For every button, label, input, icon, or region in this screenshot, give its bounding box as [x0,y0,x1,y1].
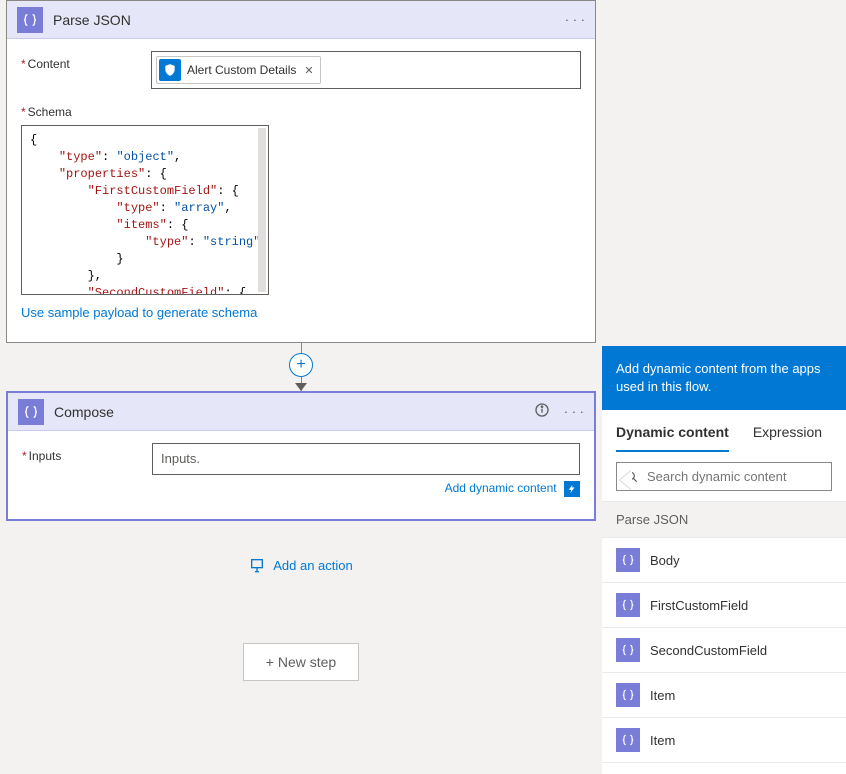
search-input[interactable] [647,469,823,484]
token-alert-custom-details[interactable]: Alert Custom Details ✕ [156,56,321,84]
parse-json-header[interactable]: Parse JSON · · · [7,1,595,39]
insert-step-button[interactable]: + [289,353,313,377]
dc-item-body[interactable]: Body [602,538,846,583]
schema-label: *Schema [21,99,72,119]
dc-item-item[interactable]: Item [602,718,846,763]
schema-textarea[interactable]: { "type": "object", "properties": { "Fir… [21,125,269,295]
dc-item-label: Item [650,688,675,703]
lightning-icon[interactable] [564,481,580,497]
dc-item-label: SecondCustomField [650,643,767,658]
add-action-row: Add an action [0,557,602,573]
compose-card: Compose · · · *Inputs Inputs. Add dynami… [6,391,596,521]
dc-item-secondcustomfield[interactable]: SecondCustomField [602,628,846,673]
arrow-down-icon [295,383,307,391]
add-dynamic-content-link[interactable]: Add dynamic content [445,481,557,495]
compose-header[interactable]: Compose · · · [8,393,594,431]
compose-body: *Inputs Inputs. Add dynamic content [8,431,594,519]
code-braces-icon [616,593,640,617]
content-label: *Content [21,51,151,71]
parse-json-body: *Content Alert Custom Details ✕ *Sche [7,39,595,342]
parse-json-title: Parse JSON [53,12,565,28]
dynamic-content-panel: Add dynamic content from the apps used i… [602,346,846,774]
code-braces-icon [616,638,640,662]
connector: + [0,343,602,391]
info-icon[interactable] [534,402,550,421]
token-remove-icon[interactable]: ✕ [304,64,313,77]
parse-json-card: Parse JSON · · · *Content Alert Custom D… [6,0,596,343]
search-dynamic-content[interactable] [616,462,832,491]
code-braces-icon [616,548,640,572]
tab-expression[interactable]: Expression [753,424,822,452]
shield-icon [159,59,181,81]
dc-item-item[interactable]: Item [602,673,846,718]
add-action-button[interactable]: Add an action [249,557,353,573]
dc-item-label: FirstCustomField [650,598,748,613]
inputs-label: *Inputs [22,443,152,463]
ellipsis-icon[interactable]: · · · [565,12,585,27]
code-braces-icon [616,683,640,707]
code-braces-icon [18,399,44,425]
dc-item-label: Item [650,733,675,748]
dc-item-firstcustomfield[interactable]: FirstCustomField [602,583,846,628]
panel-banner: Add dynamic content from the apps used i… [602,346,846,410]
panel-tabs: Dynamic content Expression [602,410,846,452]
use-sample-payload-link[interactable]: Use sample payload to generate schema [21,305,257,320]
tab-dynamic-content[interactable]: Dynamic content [616,424,729,452]
new-step-button[interactable]: + New step [243,643,359,681]
code-braces-icon [17,7,43,33]
code-braces-icon [616,728,640,752]
content-input[interactable]: Alert Custom Details ✕ [151,51,581,89]
compose-title: Compose [54,404,534,420]
ellipsis-icon[interactable]: · · · [564,404,584,419]
group-header-parse-json: Parse JSON [602,501,846,538]
dc-item-label: Body [650,553,680,568]
add-step-icon [249,557,265,573]
panel-pointer [620,470,632,490]
inputs-field[interactable]: Inputs. [152,443,580,475]
